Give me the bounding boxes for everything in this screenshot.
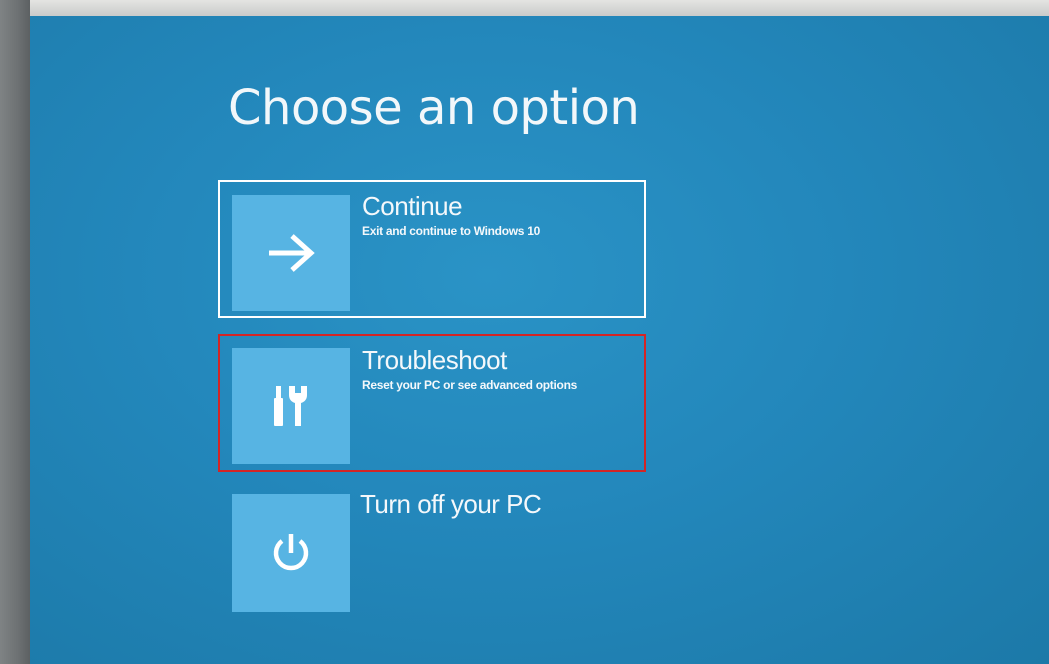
continue-tile[interactable] — [232, 195, 350, 311]
power-icon — [269, 531, 313, 575]
troubleshoot-description: Reset your PC or see advanced options — [362, 378, 577, 392]
arrow-right-icon — [266, 233, 316, 273]
monitor-bezel-left — [0, 0, 30, 664]
tools-icon — [271, 384, 311, 428]
monitor-bezel-top — [0, 0, 1049, 16]
continue-option[interactable]: Continue Exit and continue to Windows 10 — [218, 180, 646, 318]
page-title: Choose an option — [228, 80, 640, 136]
turn-off-option[interactable]: Turn off your PC — [218, 484, 646, 622]
troubleshoot-tile[interactable] — [232, 348, 350, 464]
troubleshoot-label: Troubleshoot — [362, 345, 507, 375]
continue-label: Continue — [362, 191, 463, 221]
troubleshoot-option[interactable]: Troubleshoot Reset your PC or see advanc… — [218, 334, 646, 472]
continue-description: Exit and continue to Windows 10 — [362, 224, 540, 238]
turn-off-label: Turn off your PC — [360, 489, 542, 519]
recovery-screen: Choose an option Continue Exit and conti… — [30, 16, 1049, 664]
turn-off-tile[interactable] — [232, 494, 350, 612]
